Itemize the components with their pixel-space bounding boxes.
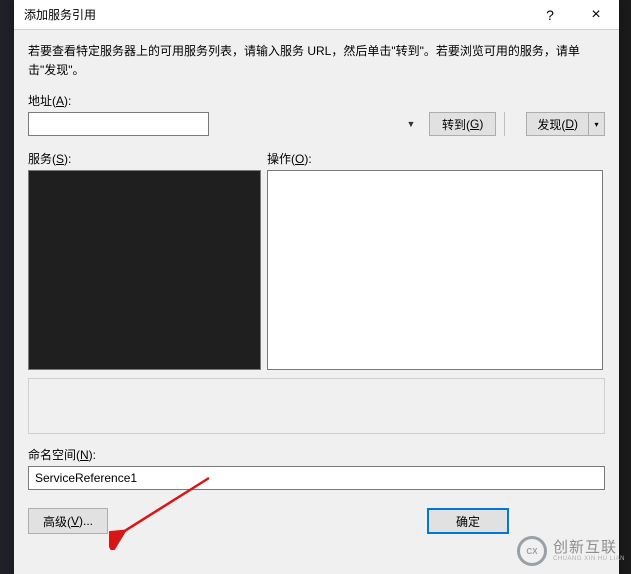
go-button[interactable]: 转到(G) [429, 112, 496, 136]
titlebar: 添加服务引用 ? × [14, 0, 619, 30]
close-button[interactable]: × [573, 0, 619, 30]
discover-dropdown-button[interactable]: ▾ [589, 112, 605, 136]
discover-button[interactable]: 发现(D) [526, 112, 589, 136]
chevron-down-icon: ▼ [402, 113, 420, 135]
operations-label: 操作(O): [267, 150, 603, 167]
status-area [28, 378, 605, 434]
address-label: 地址(A): [28, 92, 605, 109]
address-combo-wrap: ▼ [28, 112, 421, 136]
separator [504, 112, 518, 136]
namespace-input[interactable] [28, 466, 605, 490]
add-service-reference-dialog: 添加服务引用 ? × 若要查看特定服务器上的可用服务列表，请输入服务 URL，然… [14, 0, 619, 574]
services-list[interactable] [28, 170, 261, 370]
discover-split-button: 发现(D) ▾ [526, 112, 605, 136]
services-label: 服务(S): [28, 150, 261, 167]
address-input[interactable] [28, 112, 209, 136]
dialog-title: 添加服务引用 [24, 6, 527, 23]
instruction-text: 若要查看特定服务器上的可用服务列表，请输入服务 URL，然后单击"转到"。若要浏… [28, 42, 605, 80]
namespace-label: 命名空间(N): [28, 446, 605, 463]
advanced-button[interactable]: 高级(V)... [28, 508, 108, 534]
background-editor-strip [0, 0, 14, 574]
ok-button[interactable]: 确定 [427, 508, 509, 534]
help-button[interactable]: ? [527, 0, 573, 30]
operations-list[interactable] [267, 170, 603, 370]
